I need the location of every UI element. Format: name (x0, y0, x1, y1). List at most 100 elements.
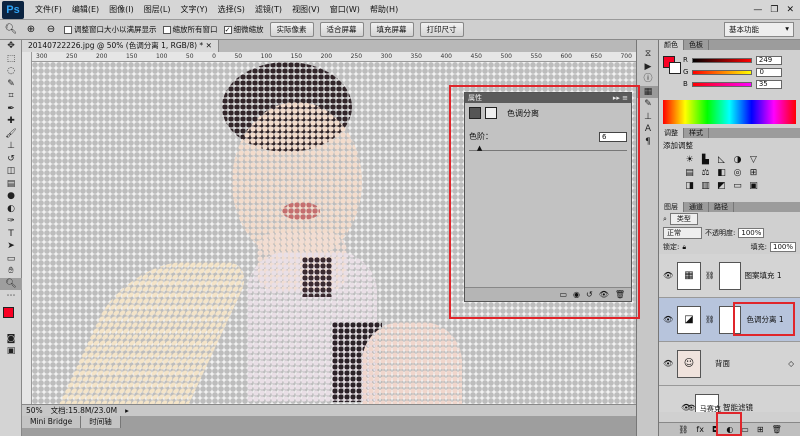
invert-icon[interactable]: ◨ (683, 181, 696, 191)
new-layer-icon[interactable]: ⊞ (757, 425, 764, 434)
menu-window[interactable]: 窗口(W) (325, 4, 365, 15)
eye-icon[interactable]: 👁︎ (663, 315, 673, 324)
menu-help[interactable]: 帮助(H) (365, 4, 403, 15)
color-balance-icon[interactable]: ⚖ (699, 168, 712, 178)
fill-input[interactable]: 100% (769, 242, 796, 252)
actions-panel-icon[interactable]: ▶ (637, 61, 659, 74)
blur-tool-icon[interactable]: ● (0, 190, 22, 203)
photo-filter-icon[interactable]: ◎ (731, 168, 744, 178)
path-select-tool-icon[interactable]: ➤ (0, 240, 22, 253)
tab-paths[interactable]: 路径 (709, 202, 734, 212)
delete-layer-icon[interactable]: 🗑︎ (772, 425, 782, 434)
foreground-color-swatch[interactable] (3, 306, 14, 318)
fit-screen-button[interactable]: 适合屏幕 (319, 22, 364, 37)
curves-icon[interactable]: ◺ (715, 155, 728, 165)
gradient-map-icon[interactable]: ▭ (731, 181, 744, 191)
selective-color-icon[interactable]: ▣ (747, 181, 760, 191)
healing-tool-icon[interactable]: ✚ (0, 115, 22, 128)
color-spectrum[interactable] (663, 100, 796, 124)
stamp-tool-icon[interactable]: ⊥ (0, 140, 22, 153)
exposure-icon[interactable]: ◑ (731, 155, 744, 165)
levels-icon[interactable]: ▙ (699, 155, 712, 165)
menu-view[interactable]: 视图(V) (287, 4, 325, 15)
threshold-icon[interactable]: ◩ (715, 181, 728, 191)
crop-tool-icon[interactable]: ⌗ (0, 90, 22, 103)
r-slider[interactable] (691, 57, 752, 63)
shape-tool-icon[interactable]: ▭ (0, 253, 22, 266)
zoom-tool-icon[interactable]: 🔍︎ (0, 277, 22, 290)
layer-row[interactable]: 👁︎ ▦ ⛓︎ 图案填充 1 (659, 254, 800, 298)
zoom-out-icon[interactable]: ⊖ (44, 23, 58, 37)
vibrance-icon[interactable]: ▽ (747, 155, 760, 165)
marquee-tool-icon[interactable]: ⬚ (0, 53, 22, 66)
menu-layer[interactable]: 图层(L) (139, 4, 176, 15)
menu-image[interactable]: 图像(I) (104, 4, 139, 15)
menu-filter[interactable]: 滤镜(T) (250, 4, 287, 15)
zoom-all-windows-checkbox[interactable]: 缩放所有窗口 (162, 24, 218, 35)
move-tool-icon[interactable]: ✥ (0, 40, 22, 53)
tab-layers[interactable]: 图层 (659, 202, 684, 212)
layer-name[interactable]: 背面 (715, 358, 730, 369)
print-size-button[interactable]: 打印尺寸 (419, 22, 464, 37)
layer-name[interactable]: 图案填充 1 (745, 270, 782, 281)
zoom-in-icon[interactable]: ⊕ (24, 23, 38, 37)
fill-screen-button[interactable]: 填充屏幕 (369, 22, 414, 37)
more-tools-icon[interactable]: ⋯ (0, 290, 22, 303)
layer-row[interactable]: 👁︎ ☺ 背面 ◇ (659, 342, 800, 386)
brightness-icon[interactable]: ☀ (683, 155, 696, 165)
tab-mini-bridge[interactable]: Mini Bridge (22, 416, 82, 428)
actual-pixels-button[interactable]: 实际像素 (269, 22, 314, 37)
tab-adjustments[interactable]: 调整 (659, 128, 684, 138)
minimize-button[interactable]: — (753, 5, 762, 15)
tab-swatches[interactable]: 色板 (684, 40, 709, 50)
zoom-tool-icon[interactable]: 🔍︎ (4, 23, 18, 37)
g-input[interactable]: 0 (756, 67, 783, 77)
close-icon[interactable]: ✕ (206, 41, 212, 50)
lasso-tool-icon[interactable]: ◌ (0, 65, 22, 78)
restore-button[interactable]: ❐ (770, 5, 778, 15)
black-white-icon[interactable]: ◧ (715, 168, 728, 178)
hand-tool-icon[interactable]: ✋︎ (0, 265, 22, 278)
character-panel-icon[interactable]: A (637, 123, 659, 136)
paragraph-panel-icon[interactable]: ¶ (637, 136, 659, 149)
filter-row[interactable]: 👁︎ 马赛克 (687, 404, 721, 412)
channel-mixer-icon[interactable]: ⊞ (747, 168, 760, 178)
clone-source-panel-icon[interactable]: ⊥ (637, 111, 659, 124)
hue-icon[interactable]: ▤ (683, 168, 696, 178)
menu-file[interactable]: 文件(F) (30, 4, 67, 15)
quick-mask-icon[interactable]: ◙ (0, 333, 22, 346)
posterize-adj-icon[interactable]: ▥ (699, 181, 712, 191)
workspace-select[interactable]: 基本功能 ▾ (724, 22, 794, 37)
menu-select[interactable]: 选择(S) (213, 4, 250, 15)
brush-panel-icon[interactable]: ✎ (637, 98, 659, 111)
new-group-icon[interactable]: ▭ (741, 425, 749, 434)
menu-type[interactable]: 文字(Y) (175, 4, 212, 15)
eye-icon[interactable]: 👁︎ (663, 359, 673, 368)
eraser-tool-icon[interactable]: ◫ (0, 165, 22, 178)
layer-name[interactable]: 智能滤镜 (723, 402, 753, 412)
layer-row[interactable]: 👁︎ 智能滤镜 (659, 386, 800, 412)
screen-mode-icon[interactable]: ▣ (0, 345, 22, 358)
b-input[interactable]: 35 (755, 79, 782, 89)
r-input[interactable]: 249 (755, 55, 782, 65)
tab-styles[interactable]: 样式 (684, 128, 709, 138)
brush-tool-icon[interactable]: 🖌︎ (0, 128, 22, 141)
document-tab[interactable]: 20140722226.jpg @ 50% (色调分离 1, RGB/8) * … (22, 40, 219, 52)
type-tool-icon[interactable]: T (0, 228, 22, 241)
menu-edit[interactable]: 编辑(E) (67, 4, 104, 15)
info-panel-icon[interactable]: ⓘ (637, 73, 659, 86)
properties-panel-icon[interactable]: ▦ (637, 85, 659, 98)
opacity-input[interactable]: 100% (738, 228, 765, 238)
bg-color-swatch[interactable] (669, 62, 681, 74)
tab-color[interactable]: 颜色 (659, 40, 684, 50)
tab-channels[interactable]: 通道 (684, 202, 709, 212)
close-button[interactable]: ✕ (786, 5, 794, 15)
quick-select-tool-icon[interactable]: ✎ (0, 78, 22, 91)
chevron-right-icon[interactable]: ▸ (125, 406, 129, 415)
blend-mode-select[interactable]: 正常 (663, 227, 702, 239)
fx-icon[interactable]: fx (696, 425, 704, 434)
resize-windows-checkbox[interactable]: 调整窗口大小以满屏显示 (64, 24, 157, 35)
history-brush-icon[interactable]: ↺ (0, 153, 22, 166)
pen-tool-icon[interactable]: ✑ (0, 215, 22, 228)
history-panel-icon[interactable]: ⧖ (637, 48, 659, 61)
